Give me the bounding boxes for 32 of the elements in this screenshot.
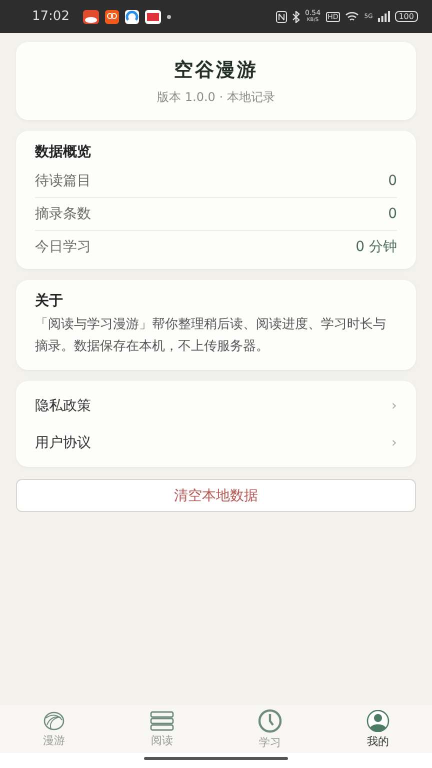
app-title: 空谷漫游 (174, 58, 258, 82)
nav-tab[interactable]: 漫游 (0, 705, 108, 753)
policy-link[interactable]: 用户协议 › (35, 424, 397, 461)
status-time: 17:02 (32, 9, 70, 24)
stat-label: 摘录条数 (35, 205, 91, 223)
app-notification-icon (145, 10, 162, 24)
nav-tab[interactable]: 学习 (216, 705, 324, 753)
stat-value: 0 分钟 (356, 238, 397, 256)
section-title: 数据概览 (35, 143, 92, 161)
nav-tab[interactable]: 阅读 (108, 705, 216, 753)
about-text: 「阅读与学习漫游」帮你整理稍后读、阅读进度、学习时长与摘录。数据保存在本机，不上传服务器。 (35, 316, 387, 356)
wifi-icon (345, 11, 360, 22)
nav-tab[interactable]: 我的 (324, 705, 432, 753)
battery-level: 100 (394, 11, 418, 22)
policy-link[interactable]: 隐私政策 › (35, 387, 397, 424)
user-icon (365, 710, 391, 732)
app-notification-icon (125, 10, 140, 24)
section-title: 关于 (35, 292, 64, 310)
clear-data-button[interactable]: 清空本地数据 (16, 479, 416, 512)
nfc-icon (276, 10, 287, 22)
bluetooth-icon (292, 10, 300, 22)
version-text: 版本 1.0.0 · 本地记录 (157, 88, 275, 106)
signal-icon (378, 11, 390, 22)
books-icon (149, 710, 175, 730)
stat-label: 待读篇目 (35, 172, 91, 190)
app-notification-icon (83, 10, 100, 24)
stat-label: 今日学习 (35, 238, 91, 256)
app-notification-icon (105, 10, 120, 24)
globe-icon (43, 710, 65, 730)
stat-value: 0 (388, 173, 397, 189)
stat-value: 0 (388, 206, 397, 222)
dot-icon (167, 14, 172, 18)
